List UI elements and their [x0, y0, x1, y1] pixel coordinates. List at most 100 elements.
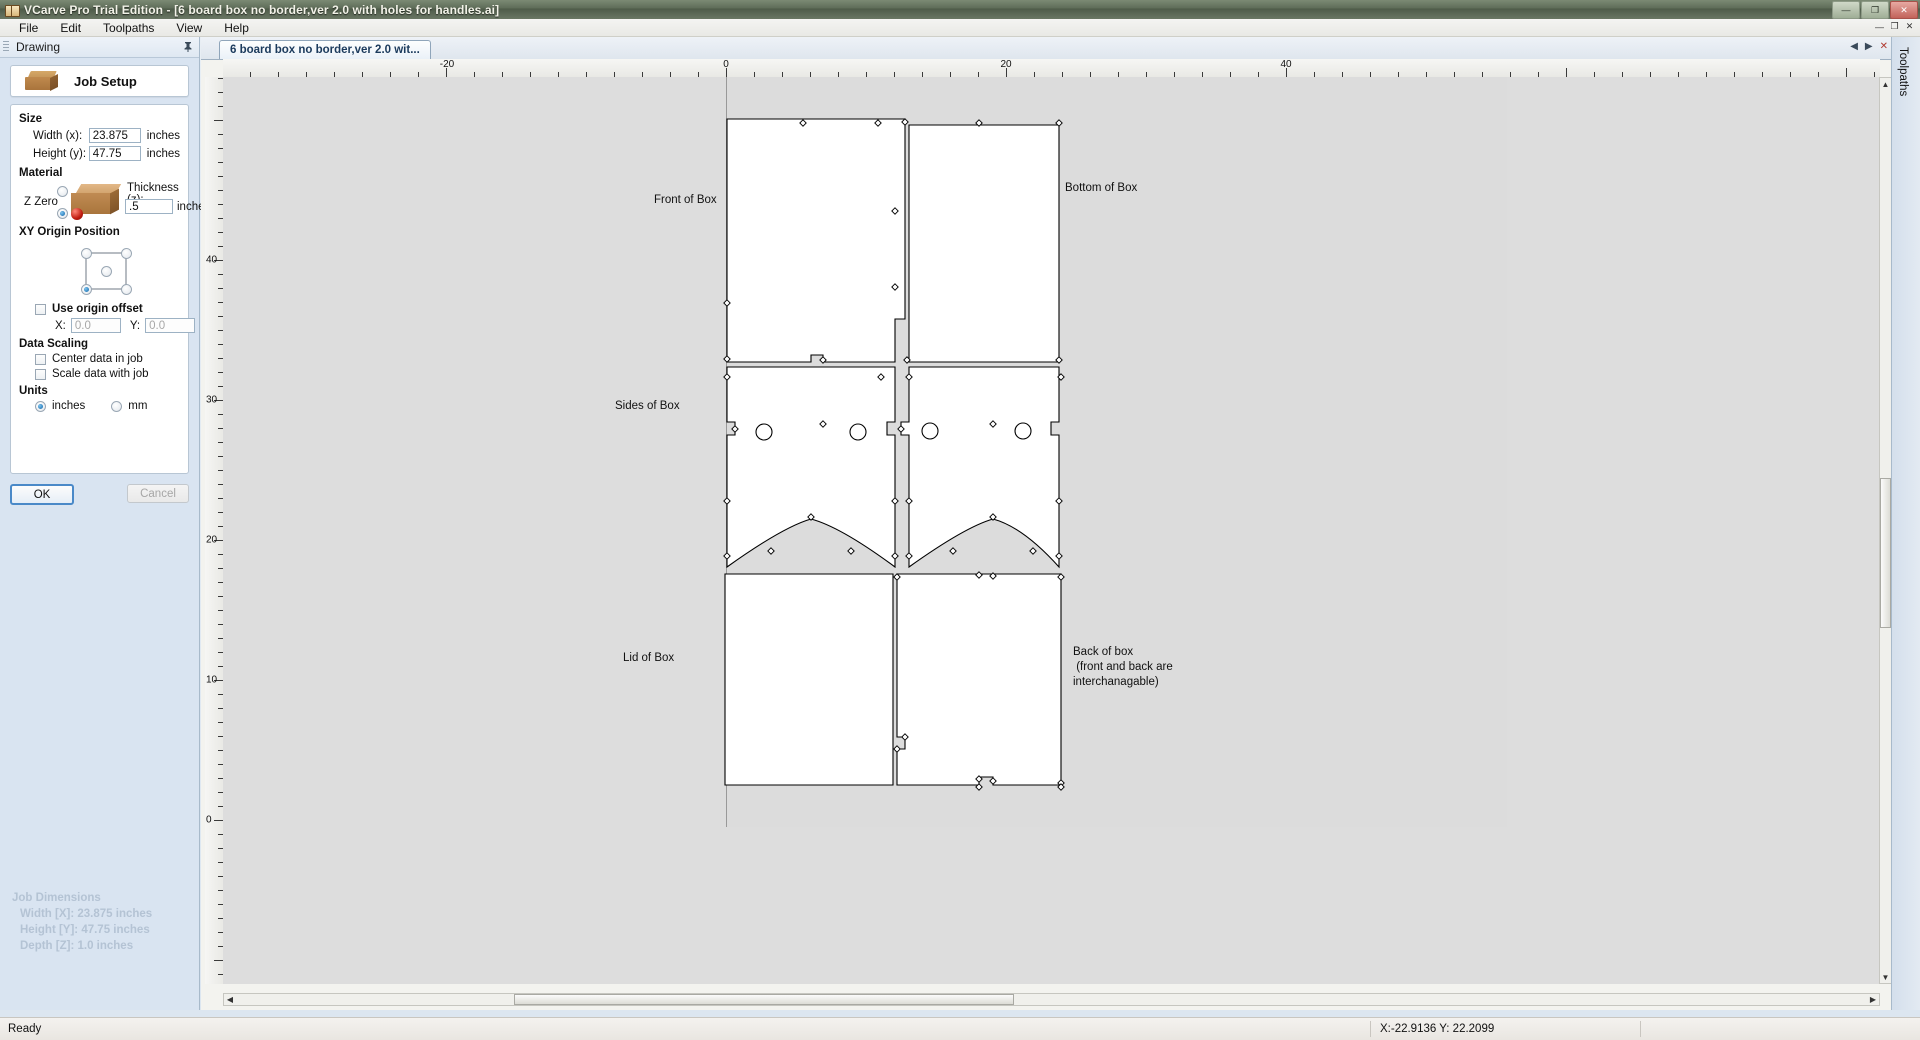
h-scroll-thumb[interactable]	[514, 994, 1014, 1005]
menu-file[interactable]: File	[8, 19, 49, 37]
units-inches-radio[interactable]	[35, 400, 46, 412]
ruler-tick	[1846, 68, 1847, 77]
menu-view[interactable]: View	[165, 19, 213, 37]
scroll-down-icon[interactable]: ▼	[1880, 971, 1891, 983]
document-tab-bar: 6 board box no border,ver 2.0 wit... ◀ ▶…	[201, 37, 1892, 60]
scale-data-label: Scale data with job	[52, 368, 149, 380]
offset-x-input[interactable]	[70, 318, 121, 333]
menu-edit[interactable]: Edit	[49, 19, 92, 37]
close-button[interactable]: ✕	[1890, 1, 1918, 19]
ruler-label: 20	[206, 534, 218, 546]
origin-bottom-left-radio[interactable]	[81, 284, 92, 295]
application-window: VCarve Pro Trial Edition - [6 board box …	[0, 0, 1920, 1040]
canvas-part-label: Back of box	[1073, 646, 1134, 658]
z-zero-bottom-radio[interactable]	[57, 208, 68, 219]
menu-toolpaths[interactable]: Toolpaths	[92, 19, 165, 37]
units-mm-radio[interactable]	[111, 400, 123, 412]
horizontal-ruler[interactable]: -20 0 20 40	[223, 59, 1880, 78]
menu-help[interactable]: Help	[213, 19, 260, 37]
height-label: Height (y):	[33, 147, 87, 160]
job-setup-title: Job Setup	[74, 73, 137, 89]
tab-navigation: ◀ ▶ ✕	[1850, 41, 1888, 52]
units-section-label: Units	[19, 385, 48, 397]
thickness-input[interactable]	[125, 199, 173, 214]
origin-center-radio[interactable]	[101, 266, 112, 277]
handle-hole[interactable]	[921, 422, 939, 440]
vector-node-marker[interactable]	[949, 547, 957, 555]
document-area: 6 board box no border,ver 2.0 wit... ◀ ▶…	[201, 37, 1892, 1010]
ruler-tick	[214, 960, 223, 961]
mdi-minimize-button[interactable]: —	[1873, 20, 1886, 33]
handle-hole[interactable]	[1014, 422, 1032, 440]
job-dimensions-depth: Depth [Z]: 1.0 inches	[20, 940, 134, 952]
ruler-tick	[214, 120, 223, 121]
horizontal-scrollbar[interactable]: ◀ ▶	[223, 993, 1880, 1006]
mdi-restore-button[interactable]: ❐	[1888, 20, 1901, 33]
tab-close-icon[interactable]: ✕	[1880, 41, 1888, 52]
height-input[interactable]	[88, 146, 141, 161]
z-zero-label: Z Zero	[24, 196, 58, 208]
pin-icon[interactable]	[183, 41, 193, 53]
job-dimensions-summary: Job Dimensions Width [X]: 23.875 inches …	[12, 890, 152, 954]
offset-y-input[interactable]	[145, 318, 196, 333]
title-bar: VCarve Pro Trial Edition - [6 board box …	[0, 0, 1920, 19]
mdi-close-button[interactable]: ✕	[1903, 20, 1916, 33]
status-message: Ready	[8, 1023, 42, 1035]
tab-next-icon[interactable]: ▶	[1865, 41, 1873, 52]
origin-bottom-right-radio[interactable]	[121, 284, 132, 295]
center-data-checkbox[interactable]	[35, 353, 46, 365]
width-input[interactable]	[88, 128, 141, 143]
design-canvas[interactable]: Front of Box Bottom of Box Sides of Box Lid…	[223, 77, 1880, 984]
ok-button[interactable]: OK	[10, 484, 74, 505]
mdi-window-controls: — ❐ ✕	[1873, 20, 1916, 33]
material-controls: Z Zero Thickness (z): inches	[19, 182, 210, 224]
vector-node-marker[interactable]	[767, 547, 775, 555]
app-icon	[4, 3, 20, 17]
size-section-label: Size	[19, 113, 43, 125]
offset-x-label: X:	[55, 319, 66, 332]
scale-data-checkbox[interactable]	[35, 368, 46, 380]
status-bar: Ready X:-22.9136 Y: 22.2099	[0, 1017, 1920, 1040]
scroll-left-icon[interactable]: ◀	[224, 994, 236, 1005]
use-origin-offset-checkbox[interactable]	[35, 303, 46, 315]
toolpaths-tab[interactable]: Toolpaths	[1897, 47, 1909, 96]
job-dimensions-title: Job Dimensions	[12, 892, 101, 904]
ruler-label: 20	[1000, 59, 1012, 70]
origin-top-right-radio[interactable]	[121, 248, 132, 259]
vector-node-marker[interactable]	[1029, 547, 1037, 555]
scroll-right-icon[interactable]: ▶	[1867, 994, 1879, 1005]
data-scaling-section-label: Data Scaling	[19, 338, 89, 350]
vertical-ruler[interactable]: 40 30 20 10 0	[205, 77, 224, 984]
z-zero-marker-icon	[71, 208, 83, 220]
xy-origin-section-label: XY Origin Position	[19, 226, 120, 238]
panel-title: Drawing	[16, 40, 61, 54]
job-setup-form: Size Width (x): inches Height (y): inche…	[10, 104, 210, 474]
use-origin-offset-label: Use origin offset	[52, 303, 143, 315]
canvas-part-label: interchanagable)	[1073, 676, 1159, 688]
tab-prev-icon[interactable]: ◀	[1850, 41, 1858, 52]
canvas-part-label: Sides of Box	[615, 400, 680, 412]
ruler-tick	[214, 820, 223, 821]
window-controls: — ❐ ✕	[1832, 1, 1918, 19]
minimize-button[interactable]: —	[1832, 1, 1860, 19]
menu-bar: File Edit Toolpaths View Help	[0, 19, 1920, 37]
z-zero-top-radio[interactable]	[57, 186, 68, 197]
cancel-button[interactable]: Cancel	[127, 484, 189, 503]
vector-node-marker[interactable]	[847, 547, 855, 555]
width-label: Width (x):	[33, 129, 83, 142]
job-setup-card: Job Setup	[10, 65, 189, 97]
v-scroll-thumb[interactable]	[1880, 478, 1891, 628]
cursor-coordinates: X:-22.9136 Y: 22.2099	[1380, 1023, 1495, 1035]
ruler-label: 40	[206, 254, 218, 266]
origin-top-left-radio[interactable]	[81, 248, 92, 259]
ruler-label: 10	[206, 674, 218, 686]
handle-hole[interactable]	[755, 423, 773, 441]
scroll-up-icon[interactable]: ▲	[1880, 78, 1891, 90]
maximize-button[interactable]: ❐	[1861, 1, 1889, 19]
drag-grip-icon[interactable]	[3, 41, 9, 53]
job-dimensions-height: Height [Y]: 47.75 inches	[20, 924, 150, 936]
ruler-label: -20	[439, 59, 455, 70]
xy-origin-widget	[19, 242, 180, 300]
handle-hole[interactable]	[849, 423, 867, 441]
document-tab[interactable]: 6 board box no border,ver 2.0 wit...	[219, 40, 431, 59]
